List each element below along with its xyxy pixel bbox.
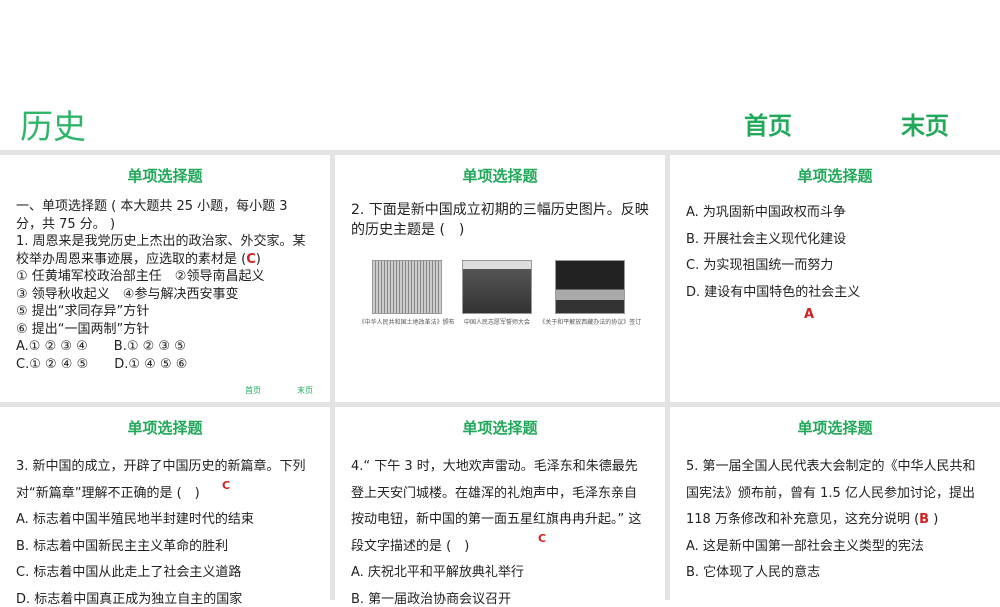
option: B. 标志着中国新民主主义革命的胜利: [16, 534, 314, 561]
slide-title: 单项选择题: [670, 165, 1000, 186]
answer-mark: C: [246, 252, 256, 267]
image-caption: 《中华人民共和国土地改革法》颁布: [359, 317, 455, 326]
first-page-link[interactable]: 首页: [245, 385, 261, 396]
question-text: 2. 下面是新中国成立初期的三幅历史图片。反映的历史主题是 ( ): [335, 200, 665, 240]
item: ① 任黄埔军校政治部主任 ②领导南昌起义: [16, 268, 314, 286]
history-images: 《中华人民共和国土地改革法》颁布 中国人民志愿军誓师大会 《关于和平解放西藏办法…: [335, 260, 665, 326]
last-page-link[interactable]: 末页: [901, 106, 949, 141]
slide-2[interactable]: 单项选择题 2. 下面是新中国成立初期的三幅历史图片。反映的历史主题是 ( ) …: [335, 155, 665, 402]
option: C. 标志着中国从此走上了社会主义道路: [16, 560, 314, 587]
slide-3[interactable]: 单项选择题 A. 为巩固新中国政权而斗争 B. 开展社会主义现代化建设 C. 为…: [670, 155, 1000, 402]
question-1: 1. 周恩来是我党历史上杰出的政治家、外交家。某校举办周恩来事迹展，应选取的素材…: [16, 233, 314, 268]
option: C.① ② ④ ⑤ D.① ④ ⑤ ⑥: [16, 356, 314, 374]
question-text: 5. 第一届全国人民代表大会制定的《中华人民共和国宪法》颁布前，曾有 1.5 亿…: [670, 454, 1000, 587]
image-tibet: 《关于和平解放西藏办法的协议》签订: [539, 260, 641, 326]
item: ⑥ 提出“一国两制”方针: [16, 321, 314, 339]
question-5: 5. 第一届全国人民代表大会制定的《中华人民共和国宪法》颁布前，曾有 1.5 亿…: [686, 454, 984, 534]
subject-title: 历史: [20, 100, 86, 148]
option: A. 为巩固新中国政权而斗争: [686, 200, 984, 227]
question-text: 一、单项选择题 ( 本大题共 25 小题，每小题 3 分，共 75 分。 ) 1…: [0, 198, 330, 373]
question-text: 4.“ 下午 3 时，大地欢声雷动。毛泽东和朱德最先登上天安门城楼。在雄浑的礼炮…: [335, 454, 665, 607]
item: ③ 领导秋收起义 ④参与解决西安事变: [16, 286, 314, 304]
answer-mark: C: [222, 479, 230, 492]
last-page-link[interactable]: 末页: [297, 385, 313, 396]
slide-title: 单项选择题: [0, 417, 330, 438]
slide-1[interactable]: 单项选择题 一、单项选择题 ( 本大题共 25 小题，每小题 3 分，共 75 …: [0, 155, 330, 402]
signing-image: [555, 260, 625, 314]
newspaper-image: [372, 260, 442, 314]
slide-title: 单项选择题: [0, 165, 330, 186]
slide-title: 单项选择题: [335, 165, 665, 186]
image-land-reform: 《中华人民共和国土地改革法》颁布: [359, 260, 455, 326]
option: D. 标志着中国真正成为独立自主的国家: [16, 587, 314, 607]
question-stem: 1. 周恩来是我党历史上杰出的政治家、外交家。某校举办周恩来事迹展，应选取的素材…: [16, 234, 306, 267]
answer-mark: B: [919, 512, 929, 527]
first-page-link[interactable]: 首页: [744, 106, 792, 141]
answer-mark: C: [538, 532, 546, 545]
question-stem: 3. 新中国的成立，开辟了中国历史的新篇章。下列对“新篇章”理解不正确的是 ( …: [16, 454, 314, 507]
option: C. 为实现祖国统一而努力: [686, 253, 984, 280]
slide-5[interactable]: 单项选择题 4.“ 下午 3 时，大地欢声雷动。毛泽东和朱德最先登上天安门城楼。…: [335, 407, 665, 607]
slide-title: 单项选择题: [335, 417, 665, 438]
question-end: ): [256, 252, 261, 267]
item: ⑤ 提出“求同存异”方针: [16, 303, 314, 321]
options: A. 为巩固新中国政权而斗争 B. 开展社会主义现代化建设 C. 为实现祖国统一…: [670, 200, 1000, 306]
slide-title: 单项选择题: [670, 417, 1000, 438]
intro: 一、单项选择题 ( 本大题共 25 小题，每小题 3 分，共 75 分。 ): [16, 198, 314, 233]
slide-6[interactable]: 单项选择题 5. 第一届全国人民代表大会制定的《中华人民共和国宪法》颁布前，曾有…: [670, 407, 1000, 607]
answer-mark: A: [804, 307, 814, 322]
option: B. 第一届政治协商会议召开: [351, 587, 649, 607]
image-caption: 《关于和平解放西藏办法的协议》签订: [539, 317, 641, 326]
header: 历史 首页 末页: [0, 0, 1000, 150]
image-caption: 中国人民志愿军誓师大会: [464, 317, 530, 326]
question-stem: 4.“ 下午 3 时，大地欢声雷动。毛泽东和朱德最先登上天安门城楼。在雄浑的礼炮…: [351, 454, 649, 560]
option: A.① ② ③ ④ B.① ② ③ ⑤: [16, 338, 314, 356]
army-image: [462, 260, 532, 314]
option: B. 开展社会主义现代化建设: [686, 227, 984, 254]
option: A. 庆祝北平和平解放典礼举行: [351, 560, 649, 587]
slide-4[interactable]: 单项选择题 3. 新中国的成立，开辟了中国历史的新篇章。下列对“新篇章”理解不正…: [0, 407, 330, 607]
image-volunteers: 中国人民志愿军誓师大会: [462, 260, 532, 326]
option: D. 建设有中国特色的社会主义: [686, 280, 984, 307]
option: A. 这是新中国第一部社会主义类型的宪法: [686, 534, 984, 561]
question-end: ): [933, 512, 938, 527]
option: B. 它体现了人民的意志: [686, 560, 984, 587]
question-text: 3. 新中国的成立，开辟了中国历史的新篇章。下列对“新篇章”理解不正确的是 ( …: [0, 454, 330, 607]
option: A. 标志着中国半殖民地半封建时代的结束: [16, 507, 314, 534]
slide-grid: 单项选择题 一、单项选择题 ( 本大题共 25 小题，每小题 3 分，共 75 …: [0, 150, 1000, 600]
